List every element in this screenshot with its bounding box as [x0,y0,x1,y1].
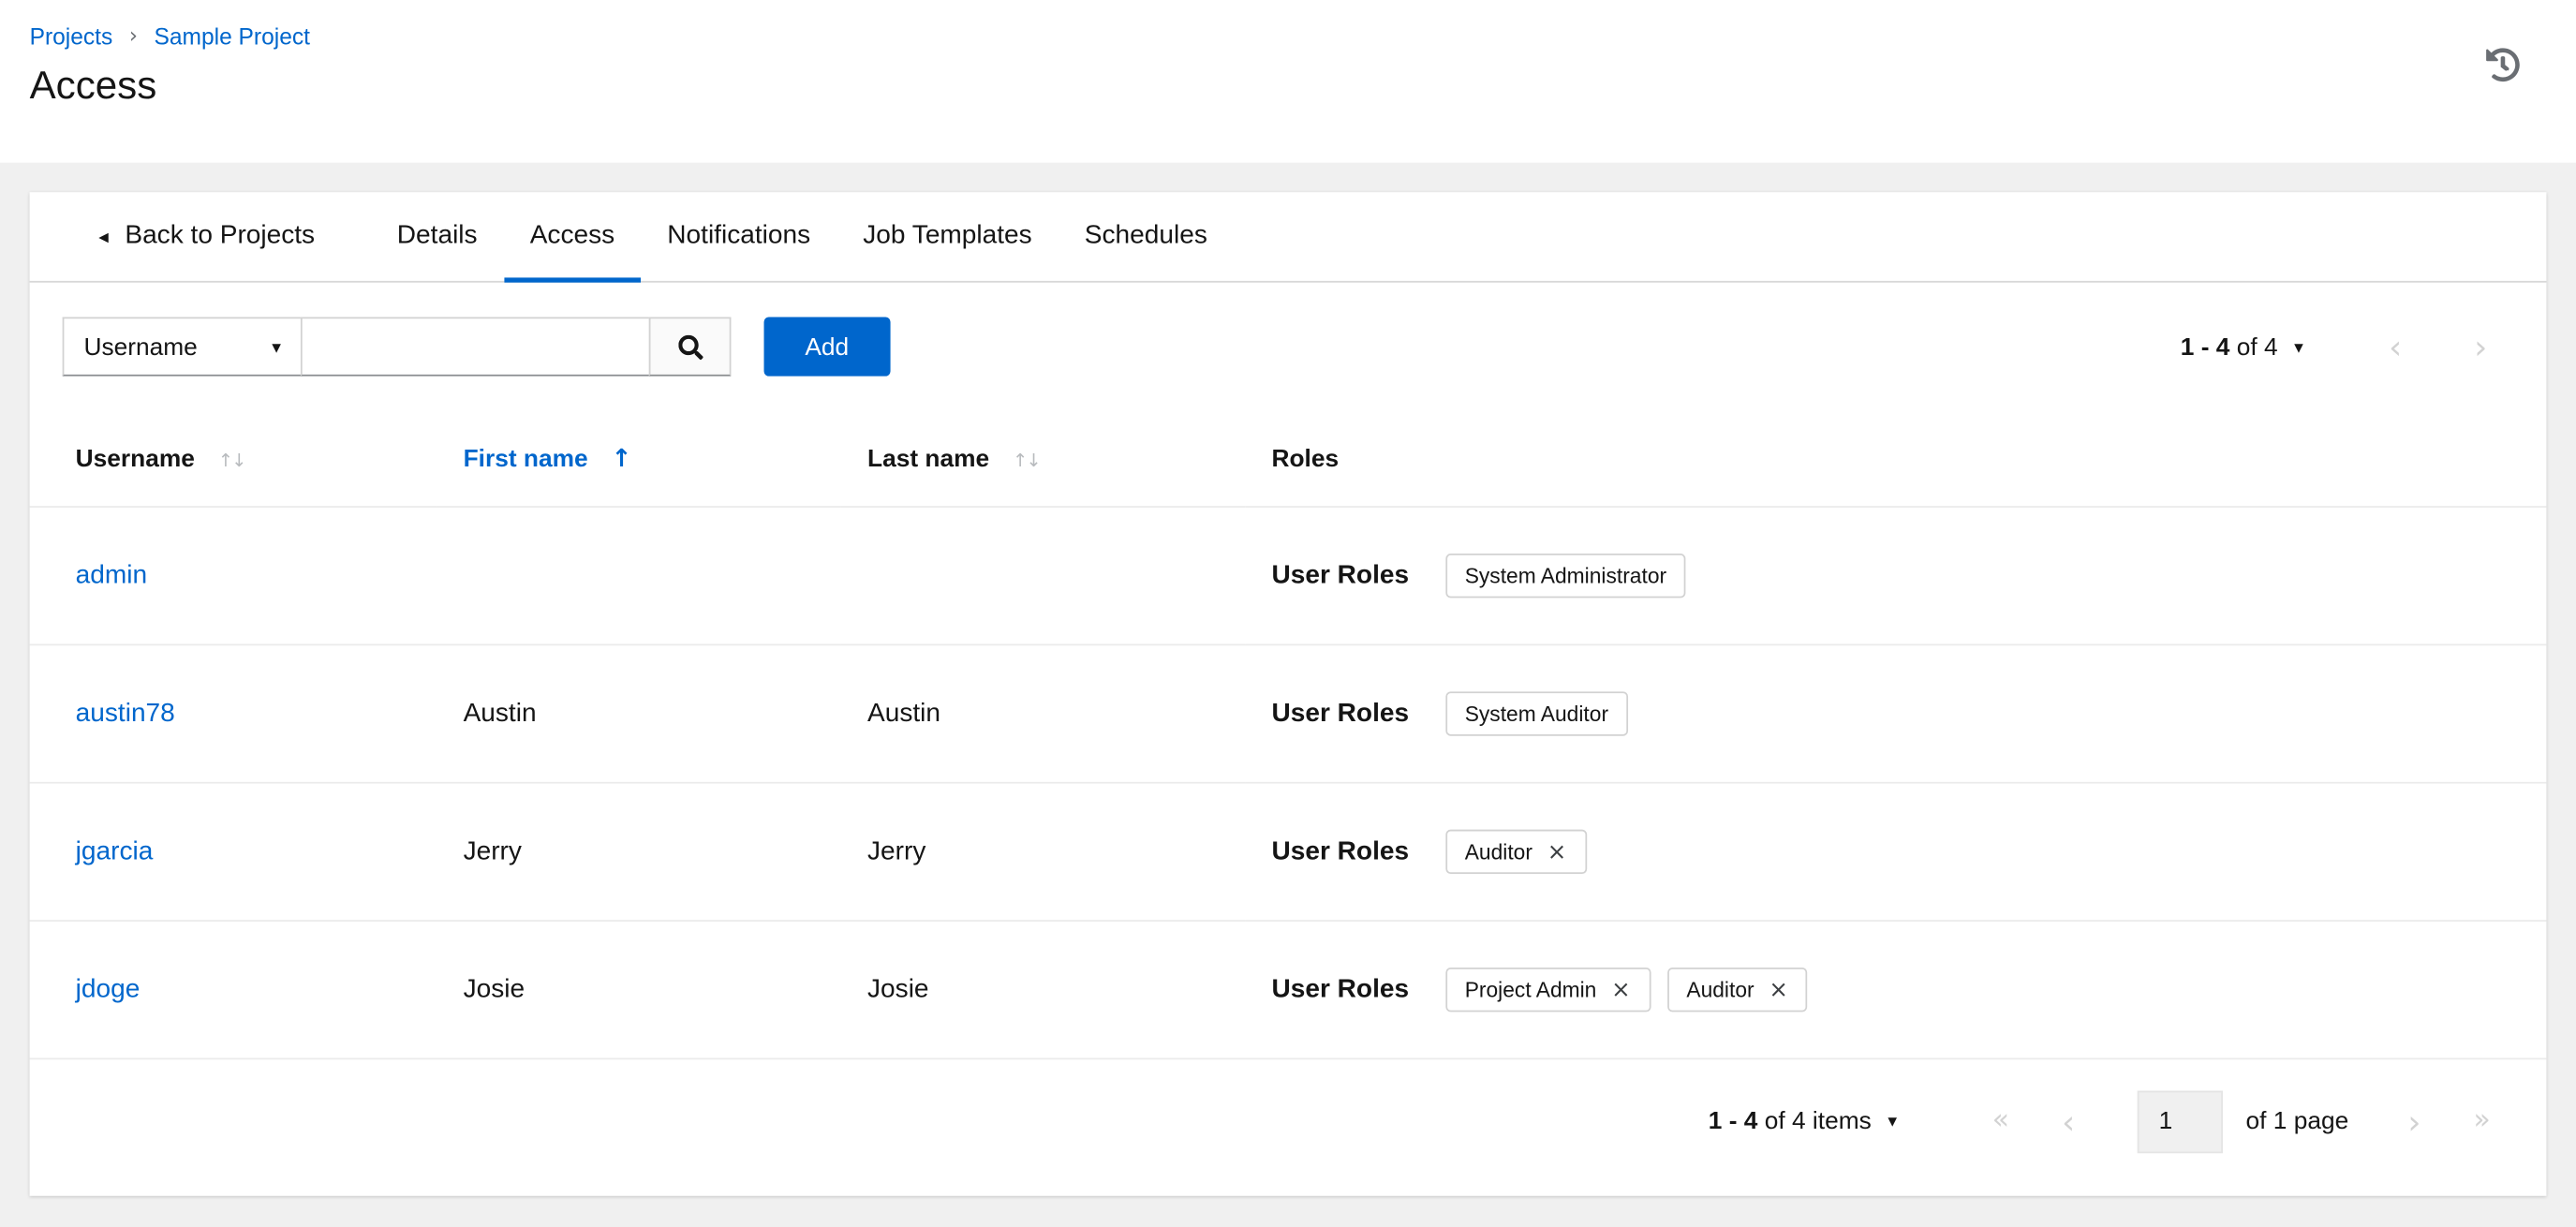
tab-label: Back to Projects [125,221,316,250]
user-roles-label: User Roles [1271,836,1410,865]
table-header-row: Username ↑↓ First name ↑ Last name ↑↓ Ro… [30,410,2547,507]
first-name-cell [437,506,841,645]
role-chips: System Auditor [1444,691,1629,736]
role-chip-label: System Administrator [1464,563,1667,588]
table-row: jgarcia Jerry Jerry User Roles Auditor × [29,781,2547,922]
table-row: jdoge Josie Josie User Roles Project Adm… [29,920,2547,1058]
breadcrumb-link-sample-project[interactable]: Sample Project [154,23,310,50]
user-roles-label: User Roles [1271,560,1410,589]
items-range-text: 1 - 4 of 4 items [1708,1107,1872,1135]
pagination-range-dropdown[interactable]: 1 - 4 of 4 ▾ [2181,333,2303,361]
username-link[interactable]: jgarcia [76,837,154,865]
tab-back-to-projects[interactable]: ◂ Back to Projects [72,192,341,281]
history-icon [2486,48,2520,82]
tab-access[interactable]: Access [503,192,642,283]
caret-down-icon: ▾ [272,335,281,358]
column-header-roles: Roles [1271,444,1340,473]
page-header: Projects › Sample Project Access [0,0,2576,163]
toolbar: Username ▾ Add 1 - 4 of 4 ▾ ‹ › [30,283,2547,411]
history-button[interactable] [2486,48,2521,82]
role-chip: Auditor × [1666,968,1809,1013]
filter-type-dropdown[interactable]: Username ▾ [62,317,303,377]
sort-ascending-icon: ↑ [611,443,632,474]
bottom-pagination: 1 - 4 of 4 items ▾ « ‹ of 1 page › » [29,1057,2547,1182]
next-page-button[interactable]: › [2474,331,2487,363]
role-chip: System Administrator [1444,554,1687,599]
table-row: admin User Roles System Administrator [29,506,2547,645]
breadcrumb: Projects › Sample Project [30,23,2576,50]
content-card: ◂ Back to Projects Details Access Notifi… [29,192,2547,1196]
page-count-label: of 1 page [2245,1107,2349,1135]
breadcrumb-separator: › [128,23,138,49]
caret-down-icon: ▾ [2294,335,2303,358]
user-roles-label: User Roles [1271,699,1410,728]
chip-remove-icon[interactable]: × [1769,978,1788,1001]
role-chip: Project Admin × [1444,968,1651,1013]
tab-details[interactable]: Details [371,192,504,281]
role-chip: Auditor × [1444,829,1587,875]
search-input[interactable] [300,317,651,377]
tab-notifications[interactable]: Notifications [641,192,836,281]
sort-icon: ↑↓ [217,449,247,471]
chip-remove-icon[interactable]: × [1611,978,1631,1001]
role-chip-label: Auditor [1464,839,1532,865]
last-name-cell: Jerry [840,781,1246,922]
tabs: ◂ Back to Projects Details Access Notifi… [29,192,2547,283]
username-link[interactable]: admin [76,561,147,589]
prev-page-button[interactable]: ‹ [2062,1104,2075,1137]
column-header-last-name[interactable]: Last name ↑↓ [841,410,1245,507]
last-page-button[interactable]: » [2474,1106,2491,1135]
role-chip-label: System Auditor [1464,701,1609,727]
access-page: Projects › Sample Project Access ◂ Back … [0,0,2576,1227]
role-chips: System Administrator [1444,554,1687,599]
add-button[interactable]: Add [763,317,891,377]
username-link[interactable]: jdoge [76,975,141,1003]
username-link[interactable]: austin78 [76,699,175,727]
search-icon [677,333,703,360]
first-name-cell: Jerry [437,781,841,922]
next-page-button[interactable]: › [2407,1104,2421,1137]
role-chip-label: Project Admin [1464,977,1597,1002]
breadcrumb-link-projects[interactable]: Projects [30,23,113,50]
chip-remove-icon[interactable]: × [1547,840,1567,864]
last-name-cell [840,506,1246,645]
role-chips: Auditor × [1444,829,1587,875]
column-header-username[interactable]: Username ↑↓ [30,410,437,507]
search-button[interactable] [648,317,732,377]
sort-icon: ↑↓ [1013,449,1042,471]
user-roles-label: User Roles [1271,974,1410,1003]
top-pagination: 1 - 4 of 4 ▾ ‹ › [2181,331,2488,363]
last-name-cell: Austin [840,643,1246,783]
role-chips: Project Admin × Auditor × [1444,968,1809,1013]
prev-page-button[interactable]: ‹ [2389,331,2402,363]
table-row: austin78 Austin Austin User Roles System… [29,643,2547,783]
pagination-range-text: 1 - 4 of 4 [2180,333,2278,361]
tab-job-templates[interactable]: Job Templates [836,192,1059,281]
access-table: Username ↑↓ First name ↑ Last name ↑↓ Ro… [29,410,2547,1058]
filter-type-value: Username [83,333,198,361]
page-title: Access [29,64,157,109]
first-name-cell: Josie [437,920,841,1058]
column-header-first-name[interactable]: First name ↑ [437,410,841,507]
last-name-cell: Josie [840,920,1246,1058]
current-page-input[interactable] [2137,1089,2223,1153]
table-body: admin User Roles System Administrator au… [29,506,2547,1058]
caret-down-icon: ▾ [1888,1110,1898,1132]
first-name-cell: Austin [437,643,841,783]
items-per-page-dropdown[interactable]: 1 - 4 of 4 items ▾ [1709,1107,1897,1135]
back-icon: ◂ [98,225,109,248]
role-chip-label: Auditor [1686,977,1754,1002]
first-page-button[interactable]: « [1992,1106,2009,1135]
role-chip: System Auditor [1444,691,1629,736]
tab-schedules[interactable]: Schedules [1059,192,1234,281]
